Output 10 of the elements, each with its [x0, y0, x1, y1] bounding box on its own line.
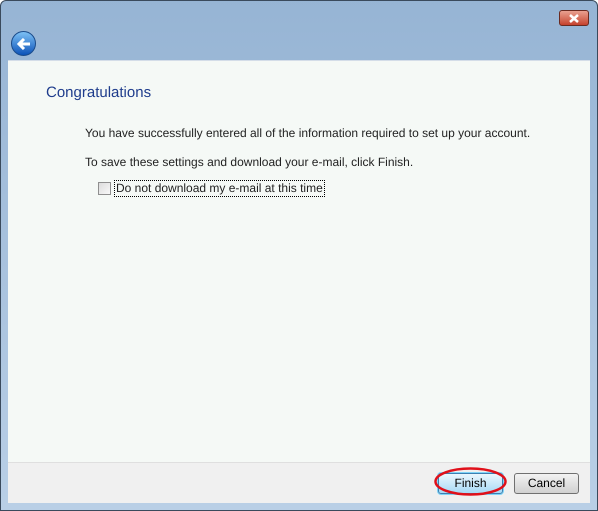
dialog-button[interactable]: Cancel — [514, 472, 579, 494]
instruction-text: You have successfully entered all of the information required to set up your account. — [85, 124, 532, 142]
close-button[interactable] — [559, 10, 589, 26]
close-icon — [568, 14, 580, 22]
page-heading: Congratulations — [46, 83, 152, 103]
checkbox[interactable] — [98, 182, 111, 194]
checkbox-label[interactable]: Do not download my e-mail at this time — [114, 180, 325, 196]
instruction-text: To save these settings and download your e-mail, click Finish. — [85, 154, 414, 170]
back-arrow-icon — [16, 38, 30, 50]
back-button[interactable] — [11, 31, 36, 56]
